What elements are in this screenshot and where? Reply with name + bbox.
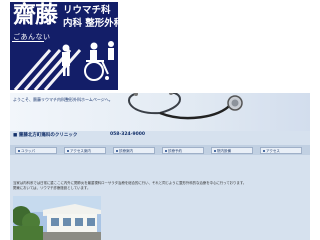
intro-line-2: 関東においては、リウマチ診療施設としています。 [13, 186, 91, 190]
nav-item-4[interactable]: 診療予約 [162, 147, 204, 154]
hero-banner: ようこそ、齋藤リウマチ内科整形外科ホームページへ。 [10, 93, 310, 131]
header-blank-panel [128, 2, 310, 90]
intro-text: 当家は内科系では日常に重ここに内外に関節炎を最重視科ローサラタ治療を総合的に行い… [13, 181, 305, 191]
nav-item-1[interactable]: ユラッパ [15, 147, 57, 154]
clinic-building-photo [13, 196, 101, 240]
welcome-message: ようこそ、齋藤リウマチ内科整形外科ホームページへ。 [13, 97, 113, 102]
nav-item-5[interactable]: 院内設備 [211, 147, 253, 154]
nav-item-2[interactable]: アクセス案内 [64, 147, 106, 154]
clinic-name: ■ 齋藤北方町痛科のクリニック [13, 133, 78, 138]
patient-care-illustration-icon [13, 41, 114, 90]
nav-item-6[interactable]: アクセス [260, 147, 302, 154]
nav-item-3[interactable]: 診療案内 [113, 147, 155, 154]
main-nav: ユラッパ アクセス案内 診療案内 診療予約 院内設備 アクセス [10, 145, 310, 155]
main-content: ようこそ、齋藤リウマチ内科整形外科ホームページへ。 ■ 齋藤北方町痛科のクリニッ… [10, 93, 310, 240]
phone-number[interactable]: 058-324-9000 [110, 132, 145, 137]
clinic-logo[interactable]: 齋藤 リウマチ科 内科 整形外科 ごあんない [10, 2, 118, 90]
